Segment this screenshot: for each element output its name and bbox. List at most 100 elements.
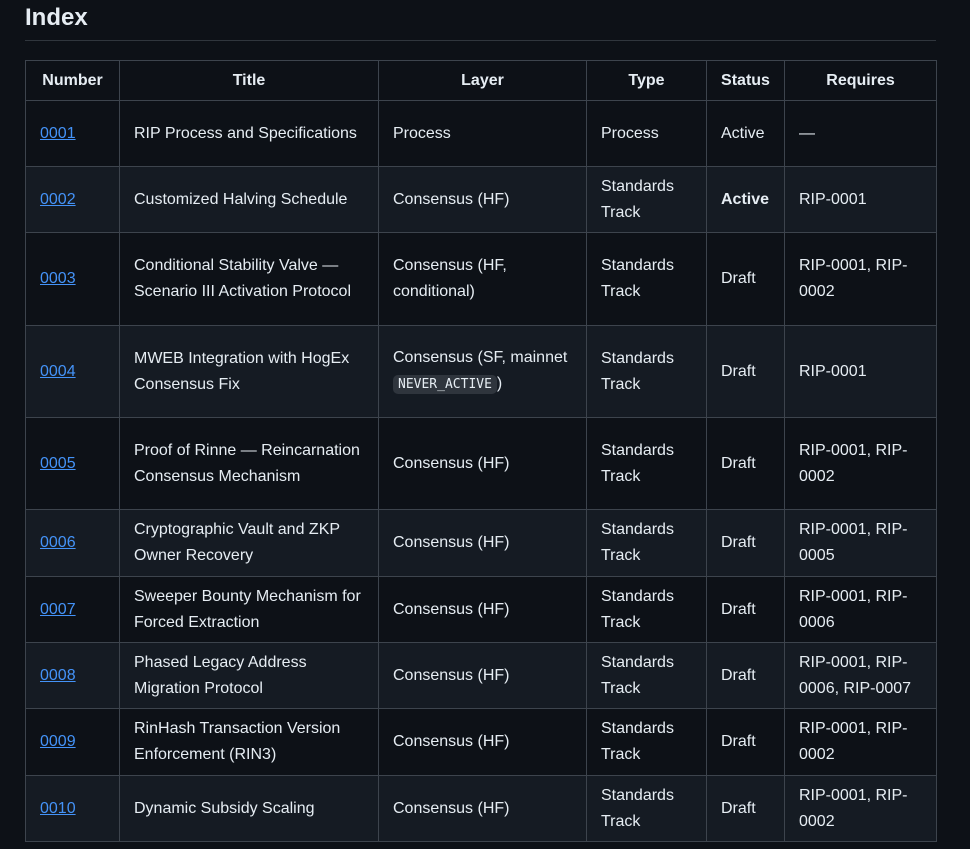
layer-text: Consensus (HF): [393, 733, 510, 750]
rip-number-link[interactable]: 0007: [40, 601, 76, 618]
cell-type: Process: [586, 100, 707, 167]
cell-layer: Consensus (HF): [378, 166, 587, 233]
layer-text: Consensus (HF): [393, 799, 510, 817]
cell-number: 0008: [25, 642, 120, 709]
cell-type: Standards Track: [586, 232, 707, 326]
cell-status: Draft: [706, 708, 785, 776]
cell-layer: Consensus (HF): [378, 509, 587, 577]
cell-title: Sweeper Bounty Mechanism for Forced Extr…: [119, 576, 379, 643]
table-row: 0001 RIP Process and Specifications Proces…: [25, 100, 937, 167]
page-title: Index: [25, 4, 88, 31]
cell-layer: Process: [378, 100, 587, 167]
cell-type: Standards Track: [586, 509, 707, 577]
cell-number: 0006: [25, 509, 120, 577]
layer-text: Consensus (HF): [393, 534, 510, 551]
column-header-title: Title: [119, 60, 379, 101]
cell-number: 0001: [25, 100, 120, 167]
cell-layer: Consensus (HF): [378, 642, 587, 709]
cell-status: Draft: [706, 775, 785, 842]
table-row: 0002 Customized Halving Schedule Consensus…: [25, 166, 937, 233]
cell-number: 0010: [25, 775, 120, 842]
layer-text: Consensus (HF): [393, 190, 510, 208]
layer-text: Consensus (SF, mainnet: [393, 349, 568, 366]
layer-suffix: ): [496, 375, 503, 392]
cell-requires: —: [784, 100, 937, 167]
cell-type: Standards Track: [586, 708, 707, 776]
rip-number-link[interactable]: 0005: [40, 455, 76, 472]
cell-type: Standards Track: [586, 576, 707, 643]
table-row: 0005 Proof of Rinne — Reincarnation Conse…: [25, 417, 937, 510]
cell-status: Draft: [706, 642, 785, 709]
cell-type: Standards Track: [586, 642, 707, 709]
cell-title: Proof of Rinne — Reincarnation Consensus…: [119, 417, 379, 510]
cell-title: RIP Process and Specifications: [119, 100, 379, 167]
cell-layer: Consensus (HF): [378, 417, 587, 510]
cell-requires: RIP-0001, RIP-0002: [784, 708, 937, 776]
rip-number-link[interactable]: 0006: [40, 534, 76, 551]
column-header-status: Status: [706, 60, 785, 101]
cell-status: Draft: [706, 232, 785, 326]
cell-number: 0009: [25, 708, 120, 776]
rip-number-link[interactable]: 0001: [40, 125, 76, 142]
cell-status: Active: [706, 166, 785, 233]
table-header-row: Number Title Layer Type Status Requires: [25, 60, 937, 101]
cell-type: Standards Track: [586, 166, 707, 233]
cell-status: Draft: [706, 509, 785, 577]
table-row: 0004 MWEB Integration with HogEx Consensu…: [25, 325, 937, 418]
cell-title: Conditional Stability Valve — Scenario I…: [119, 232, 379, 326]
cell-layer: Consensus (HF): [378, 775, 587, 842]
cell-type: Standards Track: [586, 417, 707, 510]
cell-number: 0005: [25, 417, 120, 510]
cell-layer: Consensus (SF, mainnet NEVER_ACTIVE): [378, 325, 587, 418]
cell-status: Draft: [706, 325, 785, 418]
rip-number-link[interactable]: 0009: [40, 733, 76, 750]
table-row: 0006 Cryptographic Vault and ZKP Owner Re…: [25, 509, 937, 577]
cell-layer: Consensus (HF): [378, 576, 587, 643]
cell-requires: RIP-0001, RIP-0002: [784, 417, 937, 510]
cell-layer: Consensus (HF): [378, 708, 587, 776]
cell-number: 0004: [25, 325, 120, 418]
cell-requires: RIP-0001: [784, 325, 937, 418]
cell-requires: RIP-0001, RIP-0005: [784, 509, 937, 577]
rip-number-link[interactable]: 0003: [40, 270, 76, 287]
cell-title: RinHash Transaction Version Enforcement …: [119, 708, 379, 776]
cell-title: MWEB Integration with HogEx Consensus Fi…: [119, 325, 379, 418]
cell-requires: RIP-0001, RIP-0006, RIP-0007: [784, 642, 937, 709]
cell-status: Active: [706, 100, 785, 167]
table-row: 0008 Phased Legacy Address Migration Prot…: [25, 642, 937, 709]
cell-requires: RIP-0001, RIP-0002: [784, 775, 937, 842]
layer-text: Consensus (HF): [393, 666, 510, 684]
index-section-header: Index: [25, 0, 936, 41]
rip-number-link[interactable]: 0008: [40, 667, 76, 684]
table-row: 0009 RinHash Transaction Version Enforcem…: [25, 708, 937, 776]
cell-title: Cryptographic Vault and ZKP Owner Recove…: [119, 509, 379, 577]
cell-status: Draft: [706, 576, 785, 643]
rip-index-table: Number Title Layer Type Status Requires …: [25, 60, 937, 842]
column-header-number: Number: [25, 60, 120, 101]
cell-number: 0003: [25, 232, 120, 326]
table-row: 0010 Dynamic Subsidy Scaling Consensus (HF…: [25, 775, 937, 842]
layer-text: Consensus (HF): [393, 454, 510, 472]
rip-number-link[interactable]: 0002: [40, 191, 76, 208]
rip-number-link[interactable]: 0004: [40, 363, 76, 380]
cell-title: Phased Legacy Address Migration Protocol: [119, 642, 379, 709]
cell-requires: RIP-0001, RIP-0002: [784, 232, 937, 326]
cell-requires: RIP-0001: [784, 166, 937, 233]
cell-layer: Consensus (HF, conditional): [378, 232, 587, 326]
cell-title: Dynamic Subsidy Scaling: [119, 775, 379, 842]
cell-number: 0007: [25, 576, 120, 643]
table-row: 0007 Sweeper Bounty Mechanism for Forced …: [25, 576, 937, 643]
cell-status: Draft: [706, 417, 785, 510]
layer-text: Process: [393, 124, 451, 142]
layer-text: Consensus (HF): [393, 600, 510, 618]
cell-number: 0002: [25, 166, 120, 233]
rip-number-link[interactable]: 0010: [40, 800, 76, 817]
layer-text: Consensus (HF, conditional): [393, 257, 507, 300]
table-row: 0003 Conditional Stability Valve — Scenar…: [25, 232, 937, 326]
cell-type: Standards Track: [586, 325, 707, 418]
column-header-type: Type: [586, 60, 707, 101]
column-header-layer: Layer: [378, 60, 587, 101]
layer-code: NEVER_ACTIVE: [393, 375, 497, 394]
column-header-requires: Requires: [784, 60, 937, 101]
cell-title: Customized Halving Schedule: [119, 166, 379, 233]
